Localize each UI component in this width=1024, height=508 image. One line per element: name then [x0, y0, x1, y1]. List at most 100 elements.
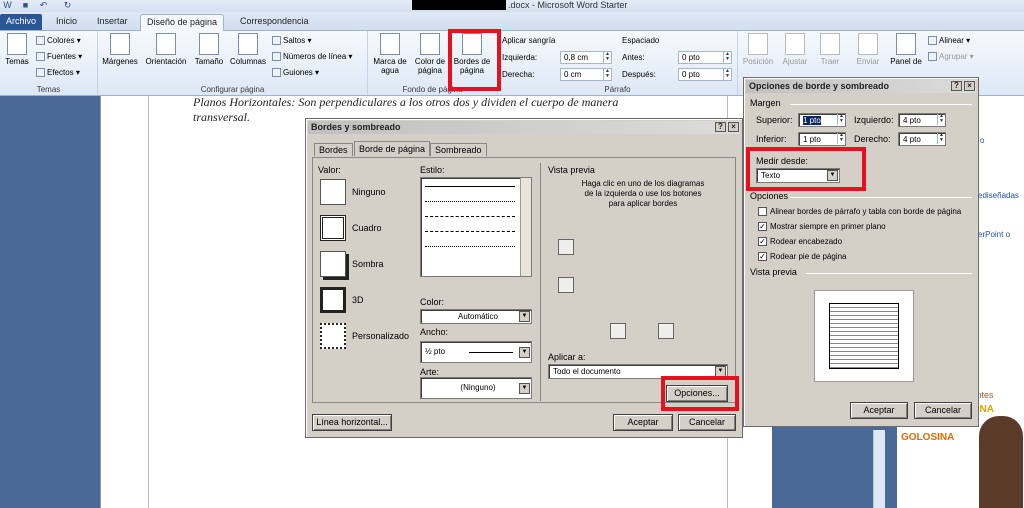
derecho-input[interactable]: 4 pto ▲ ▼ — [898, 132, 946, 146]
tamano-button[interactable]: Tamaño — [192, 33, 226, 66]
cancelar-button[interactable]: Cancelar — [678, 414, 736, 431]
preview-border-box — [829, 303, 899, 369]
saltos-button[interactable]: Saltos ▾ — [272, 35, 311, 46]
color-pagina-button[interactable]: Color de página — [410, 33, 450, 75]
posicion-button[interactable]: Posición — [740, 33, 776, 66]
izquierda-label: Izquierda: — [502, 53, 538, 62]
agrupar-button[interactable]: Agrupar ▾ — [928, 51, 974, 62]
group-temas: Temas Colores ▾ Fuentes ▾ Efectos ▾ Tema… — [0, 31, 98, 95]
colores-button[interactable]: Colores ▾ — [36, 35, 81, 46]
pane-link-3[interactable]: erPoint o — [978, 230, 1010, 239]
marca-agua-button[interactable]: Marca de agua — [370, 33, 410, 75]
spinner-arrows-icon[interactable]: ▲ ▼ — [723, 69, 731, 80]
superior-input[interactable]: 1 pto ▲ ▼ — [798, 113, 846, 127]
spinner-arrows-icon[interactable]: ▲ ▼ — [603, 69, 611, 80]
setting-cuadro[interactable]: Cuadro — [352, 223, 382, 234]
vertical-scrollbar[interactable] — [873, 430, 885, 508]
chevron-down-icon[interactable]: ▼ — [519, 347, 530, 358]
setting-ninguno[interactable]: Ninguno — [352, 187, 386, 198]
spinner-arrows-icon[interactable]: ▲ ▼ — [837, 114, 845, 125]
tab-diseno-de-pagina[interactable]: Diseño de página — [140, 14, 225, 31]
shadow-border-icon[interactable] — [320, 251, 346, 277]
style-dashed[interactable] — [425, 216, 515, 217]
opciones-cancelar-button[interactable]: Cancelar — [914, 402, 972, 419]
check-rodear-encabezado[interactable]: ✓ Rodear encabezado — [758, 236, 842, 247]
save-icon[interactable]: ■ — [20, 0, 31, 11]
right-border-toggle-icon[interactable] — [658, 323, 674, 339]
spinner-arrows-icon[interactable]: ▲ ▼ — [723, 52, 731, 63]
temas-button[interactable]: Temas — [2, 33, 32, 66]
checkbox-checked-icon[interactable]: ✓ — [758, 252, 767, 262]
undo-icon[interactable]: ↶ — [38, 0, 49, 11]
aceptar-button[interactable]: Aceptar — [613, 414, 673, 431]
check-alinear-bordes[interactable]: Alinear bordes de párrafo y tabla con bo… — [758, 206, 961, 217]
panel-button[interactable]: Panel de — [888, 33, 924, 66]
box-border-icon[interactable] — [320, 215, 346, 241]
spinner-arrows-icon[interactable]: ▲ ▼ — [837, 133, 845, 144]
redo-icon[interactable]: ↻ — [62, 0, 73, 11]
izquierdo-input[interactable]: 4 pto ▲ ▼ — [898, 113, 946, 127]
left-border-toggle-icon[interactable] — [610, 323, 626, 339]
tab-archivo[interactable]: Archivo — [0, 14, 43, 30]
columnas-button[interactable]: Columnas — [228, 33, 268, 66]
tab-borde-pagina[interactable]: Borde de página — [354, 141, 431, 156]
bottom-border-toggle-icon[interactable] — [558, 277, 574, 293]
linea-horizontal-button[interactable]: Línea horizontal... — [312, 414, 392, 431]
ancho-select[interactable]: ½ pto ▼ — [420, 341, 532, 363]
close-icon[interactable]: × — [964, 81, 975, 91]
top-border-toggle-icon[interactable] — [558, 239, 574, 255]
numeros-linea-button[interactable]: Números de línea ▾ — [272, 51, 352, 62]
pane-link-2[interactable]: ediseñadas — [978, 191, 1019, 200]
spinner-arrows-icon[interactable]: ▲ ▼ — [603, 52, 611, 63]
style-dash-dot[interactable] — [425, 231, 515, 232]
guiones-button[interactable]: Guiones ▾ — [272, 67, 319, 78]
custom-border-icon[interactable] — [320, 323, 346, 349]
setting-3d[interactable]: 3D — [352, 295, 364, 306]
help-icon[interactable]: ? — [951, 81, 962, 91]
fonts-icon — [36, 52, 45, 62]
check-primer-plano[interactable]: ✓ Mostrar siempre en primer plano — [758, 221, 886, 232]
style-dotted[interactable] — [425, 201, 515, 202]
checkbox-checked-icon[interactable]: ✓ — [758, 222, 767, 232]
efectos-button[interactable]: Efectos ▾ — [36, 67, 80, 78]
tab-sombreado[interactable]: Sombreado — [430, 143, 487, 156]
izquierda-input[interactable]: 0,8 cm ▲ ▼ — [560, 51, 612, 64]
antes-input[interactable]: 0 pto ▲ ▼ — [678, 51, 732, 64]
pane-link-1[interactable]: o — [980, 136, 984, 145]
style-dash-dot-dot[interactable] — [425, 246, 515, 247]
3d-border-icon[interactable] — [320, 287, 346, 313]
tab-inicio[interactable]: Inicio — [50, 14, 83, 31]
enviar-button[interactable]: Enviar — [850, 33, 886, 66]
style-list[interactable] — [420, 177, 532, 277]
alinear-button[interactable]: Alinear ▾ — [928, 35, 970, 46]
fuentes-button[interactable]: Fuentes ▾ — [36, 51, 82, 62]
style-solid[interactable] — [425, 186, 515, 187]
check-rodear-pie[interactable]: ✓ Rodear pie de página — [758, 251, 847, 262]
style-scrollbar[interactable] — [520, 178, 531, 276]
derecha-input[interactable]: 0 cm ▲ ▼ — [560, 68, 612, 81]
setting-personalizado[interactable]: Personalizado — [352, 331, 409, 342]
arte-select[interactable]: (Ninguno) ▼ — [420, 377, 532, 399]
opciones-aceptar-button[interactable]: Aceptar — [850, 402, 908, 419]
effects-icon — [36, 68, 45, 78]
inferior-input[interactable]: 1 pto ▲ ▼ — [798, 132, 846, 146]
orientacion-button[interactable]: Orientación — [142, 33, 190, 66]
checkbox-checked-icon[interactable]: ✓ — [758, 237, 767, 247]
setting-sombra[interactable]: Sombra — [352, 259, 384, 270]
spinner-arrows-icon[interactable]: ▲ ▼ — [937, 114, 945, 125]
chevron-down-icon[interactable]: ▼ — [519, 383, 530, 394]
traer-button[interactable]: Traer — [814, 33, 846, 66]
checkbox-unchecked-icon[interactable] — [758, 207, 767, 217]
color-select[interactable]: Automático ▼ — [420, 309, 532, 324]
tab-correspondencia[interactable]: Correspondencia — [234, 14, 315, 31]
none-border-icon[interactable] — [320, 179, 346, 205]
chevron-down-icon[interactable]: ▼ — [519, 311, 530, 322]
tab-insertar[interactable]: Insertar — [91, 14, 134, 31]
margenes-button[interactable]: Márgenes — [100, 33, 140, 66]
despues-input[interactable]: 0 pto ▲ ▼ — [678, 68, 732, 81]
ajustar-button[interactable]: Ajustar — [778, 33, 812, 66]
close-icon[interactable]: × — [728, 122, 739, 132]
spinner-arrows-icon[interactable]: ▲ ▼ — [937, 133, 945, 144]
help-icon[interactable]: ? — [715, 122, 726, 132]
tab-bordes[interactable]: Bordes — [314, 143, 353, 156]
